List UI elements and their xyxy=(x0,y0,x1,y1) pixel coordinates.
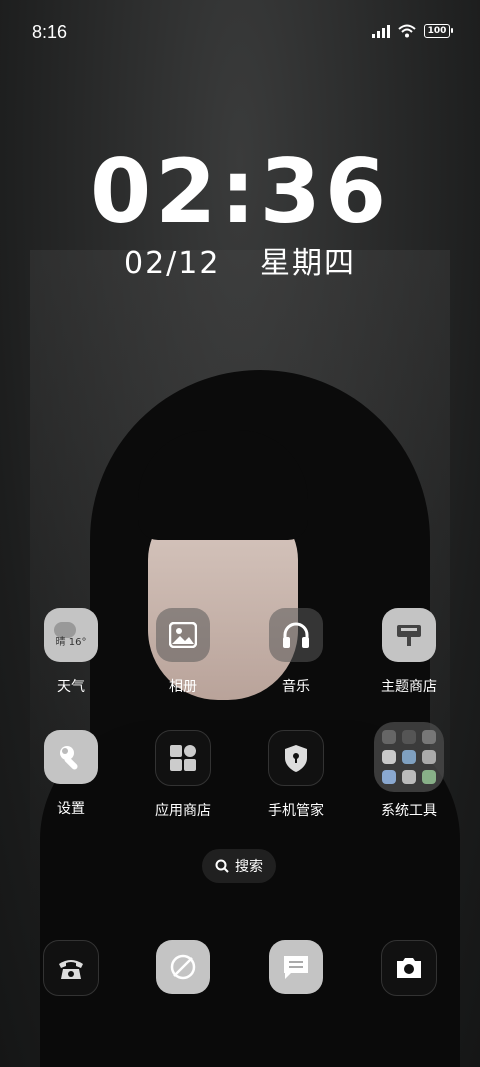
status-bar: 8:16 100 xyxy=(0,0,480,64)
app-label: 主题商店 xyxy=(381,679,437,695)
battery-icon: 100 xyxy=(424,24,453,38)
camera-icon xyxy=(381,940,437,996)
status-icons: 100 xyxy=(372,24,453,38)
battery-level: 100 xyxy=(427,26,447,36)
app-label: 相册 xyxy=(169,679,197,695)
dock-browser[interactable] xyxy=(133,940,233,994)
browser-icon xyxy=(156,940,210,994)
wrench-icon xyxy=(44,730,98,784)
wifi-icon xyxy=(398,24,416,38)
headphones-icon xyxy=(269,608,323,662)
app-gallery[interactable]: 相册 xyxy=(133,608,233,696)
weather-widget-text: 晴 16° xyxy=(55,636,87,648)
theme-store-icon xyxy=(382,608,436,662)
app-label: 系统工具 xyxy=(381,803,437,819)
app-label: 应用商店 xyxy=(155,803,211,819)
search-label: 搜索 xyxy=(235,859,263,875)
gallery-icon xyxy=(156,608,210,662)
date-text: 02/12 xyxy=(123,246,221,281)
app-app-store[interactable]: 应用商店 xyxy=(133,730,233,820)
security-shield-icon xyxy=(268,730,324,786)
app-settings[interactable]: 设置 xyxy=(21,730,121,818)
weekday-text: 星期四 xyxy=(260,246,356,281)
lockscreen-clock: 02:36 xyxy=(89,140,391,243)
app-label: 天气 xyxy=(57,679,85,695)
dock-messages[interactable] xyxy=(246,940,346,994)
app-label: 手机管家 xyxy=(268,803,324,819)
app-theme-store[interactable]: 主题商店 xyxy=(359,608,459,696)
date-line: 02/12 星期四 xyxy=(0,238,480,282)
weather-icon: 晴 16° xyxy=(44,608,98,662)
messages-icon xyxy=(269,940,323,994)
phone-icon xyxy=(43,940,99,996)
app-phone-manager[interactable]: 手机管家 xyxy=(246,730,346,820)
wallpaper-bangs xyxy=(138,430,308,540)
app-label: 音乐 xyxy=(282,679,310,695)
app-system-tools[interactable]: 系统工具 xyxy=(359,722,459,820)
dock-camera[interactable] xyxy=(359,940,459,996)
app-label: 设置 xyxy=(57,801,85,817)
status-time: 8:16 xyxy=(32,22,68,42)
folder-icon xyxy=(374,722,444,792)
dock-phone[interactable] xyxy=(21,940,121,996)
search-icon xyxy=(215,859,229,873)
app-store-icon xyxy=(155,730,211,786)
app-music[interactable]: 音乐 xyxy=(246,608,346,696)
search-button[interactable]: 搜索 xyxy=(202,849,276,883)
signal-icon xyxy=(372,24,390,38)
app-weather[interactable]: 晴 16° 天气 xyxy=(21,608,121,696)
